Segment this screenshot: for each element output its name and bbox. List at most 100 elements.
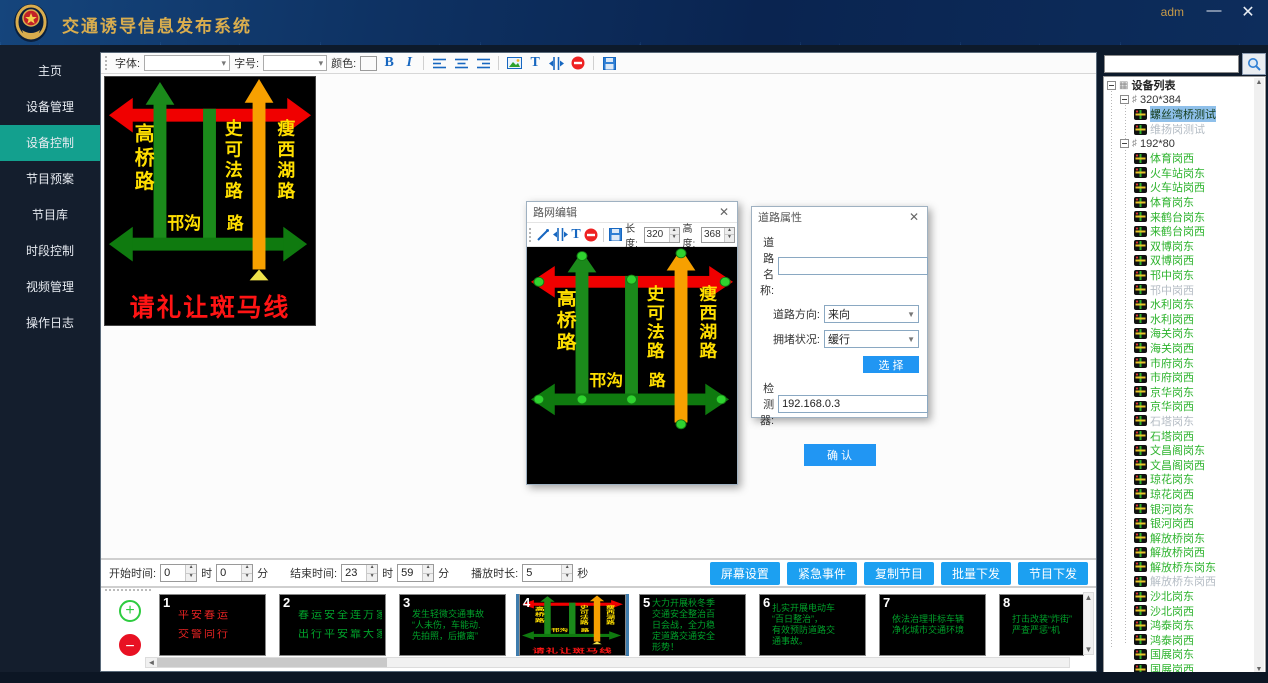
tree-item-1-29[interactable]: 解放桥东岗西 bbox=[1105, 574, 1254, 589]
start-hour-spinner[interactable]: 0 ▲▼ bbox=[160, 564, 197, 582]
stop-icon[interactable] bbox=[569, 55, 587, 71]
length-spinner[interactable]: 320 ▲▼ bbox=[644, 227, 680, 243]
size-select[interactable]: ▾ bbox=[263, 55, 327, 71]
collapse-icon[interactable] bbox=[1120, 95, 1129, 104]
tree-item-1-15[interactable]: 市府岗西 bbox=[1105, 370, 1254, 385]
scroll-left-icon[interactable]: ◄ bbox=[146, 658, 157, 667]
tree-scrollbar[interactable]: ▲ ▼ bbox=[1254, 78, 1264, 674]
bold-button[interactable]: B bbox=[381, 55, 397, 71]
tree-item-1-33[interactable]: 鸿泰岗西 bbox=[1105, 633, 1254, 648]
action-button-2[interactable]: 复制节目 bbox=[864, 562, 934, 585]
tree-item-1-20[interactable]: 文昌阁岗东 bbox=[1105, 443, 1254, 458]
tree-item-1-6[interactable]: 双博岗东 bbox=[1105, 239, 1254, 254]
end-hour-value[interactable]: 23 bbox=[342, 565, 366, 581]
spin-up-icon[interactable]: ▲ bbox=[423, 565, 433, 573]
start-minute-spinner[interactable]: 0 ▲▼ bbox=[216, 564, 253, 582]
tree-item-1-8[interactable]: 邗中岗东 bbox=[1105, 268, 1254, 283]
length-value[interactable]: 320 bbox=[645, 228, 669, 242]
action-button-0[interactable]: 屏幕设置 bbox=[710, 562, 780, 585]
add-program-button[interactable]: + bbox=[119, 600, 141, 622]
tree-item-1-16[interactable]: 京华岗东 bbox=[1105, 384, 1254, 399]
tree-item-1-5[interactable]: 来鹤台岗西 bbox=[1105, 224, 1254, 239]
tree-item-1-24[interactable]: 银河岗东 bbox=[1105, 501, 1254, 516]
vertical-scrollbar[interactable]: ▲ ▼ bbox=[1083, 592, 1094, 655]
font-select[interactable]: ▾ bbox=[144, 55, 230, 71]
spin-up-icon[interactable]: ▲ bbox=[562, 565, 572, 573]
tree-group-0[interactable]: ♯320*384 bbox=[1105, 93, 1254, 108]
user-label[interactable]: adm bbox=[1161, 5, 1184, 19]
minimize-button[interactable]: — bbox=[1202, 2, 1226, 19]
spin-down-icon[interactable]: ▼ bbox=[670, 234, 679, 242]
horizontal-scrollbar[interactable]: ◄ bbox=[145, 657, 1070, 668]
program-thumbnail-8[interactable]: 打击改装“炸街”严查严惩“机8 bbox=[999, 594, 1084, 656]
sidebar-item-5[interactable]: 时段控制 bbox=[0, 233, 100, 269]
spin-up-icon[interactable]: ▲ bbox=[242, 565, 252, 573]
search-button[interactable] bbox=[1242, 53, 1266, 75]
end-minute-spinner[interactable]: 59 ▲▼ bbox=[397, 564, 434, 582]
align-right-icon[interactable] bbox=[474, 55, 492, 71]
close-icon[interactable]: ✕ bbox=[717, 205, 731, 219]
duration-spinner[interactable]: 5 ▲▼ bbox=[522, 564, 573, 582]
tree-item-1-13[interactable]: 海关岗西 bbox=[1105, 341, 1254, 356]
collapse-icon[interactable] bbox=[1107, 81, 1116, 90]
line-tool-icon[interactable] bbox=[537, 227, 549, 243]
end-hour-spinner[interactable]: 23 ▲▼ bbox=[341, 564, 378, 582]
program-thumbnail-3[interactable]: 发生轻微交通事故“人未伤，车能动.先拍照，后撤离”3 bbox=[399, 594, 506, 656]
road-tool-icon[interactable] bbox=[547, 55, 565, 71]
remove-program-button[interactable]: − bbox=[119, 634, 141, 656]
tree-item-1-25[interactable]: 银河岗西 bbox=[1105, 516, 1254, 531]
stop-icon[interactable] bbox=[584, 227, 598, 243]
close-icon[interactable]: ✕ bbox=[907, 210, 921, 224]
edit-canvas[interactable]: 路网编辑 ✕ T 长度: bbox=[101, 74, 1096, 558]
props-dialog-titlebar[interactable]: 道路属性 ✕ bbox=[752, 207, 927, 227]
height-spinner[interactable]: 368 ▲▼ bbox=[701, 227, 735, 243]
tree-item-1-9[interactable]: 邗中岗西 bbox=[1105, 282, 1254, 297]
tree-item-1-26[interactable]: 解放桥岗东 bbox=[1105, 530, 1254, 545]
tree-item-1-28[interactable]: 解放桥东岗东 bbox=[1105, 560, 1254, 575]
sign-preview[interactable] bbox=[104, 76, 316, 326]
tree-item-1-2[interactable]: 火车站岗西 bbox=[1105, 180, 1254, 195]
spin-up-icon[interactable]: ▲ bbox=[186, 565, 196, 573]
tree-item-1-30[interactable]: 沙北岗东 bbox=[1105, 589, 1254, 604]
tree-item-1-32[interactable]: 鸿泰岗东 bbox=[1105, 618, 1254, 633]
text-tool-button[interactable]: T bbox=[527, 55, 543, 71]
height-value[interactable]: 368 bbox=[702, 228, 724, 242]
road-tool-icon[interactable] bbox=[553, 227, 568, 243]
detector-field[interactable] bbox=[778, 395, 928, 413]
sidebar-item-1[interactable]: 设备管理 bbox=[0, 89, 100, 125]
tree-item-0-1[interactable]: 维扬岗测试 bbox=[1105, 122, 1254, 137]
text-tool-button[interactable]: T bbox=[571, 227, 582, 243]
sidebar-item-2[interactable]: 设备控制 bbox=[0, 125, 100, 161]
program-thumbnail-4[interactable]: 4 bbox=[519, 594, 626, 656]
align-center-icon[interactable] bbox=[452, 55, 470, 71]
select-button[interactable]: 选 择 bbox=[863, 356, 919, 373]
tree-item-1-14[interactable]: 市府岗东 bbox=[1105, 355, 1254, 370]
scrollbar-thumb[interactable] bbox=[157, 658, 387, 667]
save-icon[interactable] bbox=[609, 227, 622, 243]
tree-item-1-0[interactable]: 体育岗西 bbox=[1105, 151, 1254, 166]
tree-item-1-27[interactable]: 解放桥岗西 bbox=[1105, 545, 1254, 560]
tree-item-1-12[interactable]: 海关岗东 bbox=[1105, 326, 1254, 341]
action-button-1[interactable]: 紧急事件 bbox=[787, 562, 857, 585]
sidebar-item-0[interactable]: 主页 bbox=[0, 53, 100, 89]
tree-root[interactable]: ▦ 设备列表 bbox=[1105, 78, 1254, 93]
action-button-3[interactable]: 批量下发 bbox=[941, 562, 1011, 585]
italic-button[interactable]: I bbox=[401, 55, 417, 71]
insert-image-icon[interactable] bbox=[505, 55, 523, 71]
confirm-button[interactable]: 确 认 bbox=[804, 444, 876, 466]
end-minute-value[interactable]: 59 bbox=[398, 565, 422, 581]
sidebar-item-7[interactable]: 操作日志 bbox=[0, 305, 100, 341]
road-direction-select[interactable]: 来向 ▼ bbox=[824, 305, 919, 323]
program-thumbnail-2[interactable]: 春运安全连万家出行平安靠大家2 bbox=[279, 594, 386, 656]
tree-item-1-34[interactable]: 国展岗东 bbox=[1105, 647, 1254, 662]
spin-up-icon[interactable]: ▲ bbox=[367, 565, 377, 573]
spin-down-icon[interactable]: ▼ bbox=[186, 573, 196, 582]
tree-item-1-23[interactable]: 琼花岗西 bbox=[1105, 487, 1254, 502]
tree-item-1-21[interactable]: 文昌阁岗西 bbox=[1105, 457, 1254, 472]
spin-down-icon[interactable]: ▼ bbox=[423, 573, 433, 582]
scroll-up-icon[interactable]: ▲ bbox=[1254, 78, 1264, 87]
align-left-icon[interactable] bbox=[430, 55, 448, 71]
sidebar-item-3[interactable]: 节目预案 bbox=[0, 161, 100, 197]
close-button[interactable]: ✕ bbox=[1236, 2, 1260, 22]
program-thumbnail-1[interactable]: 平安春运交警同行1 bbox=[159, 594, 266, 656]
